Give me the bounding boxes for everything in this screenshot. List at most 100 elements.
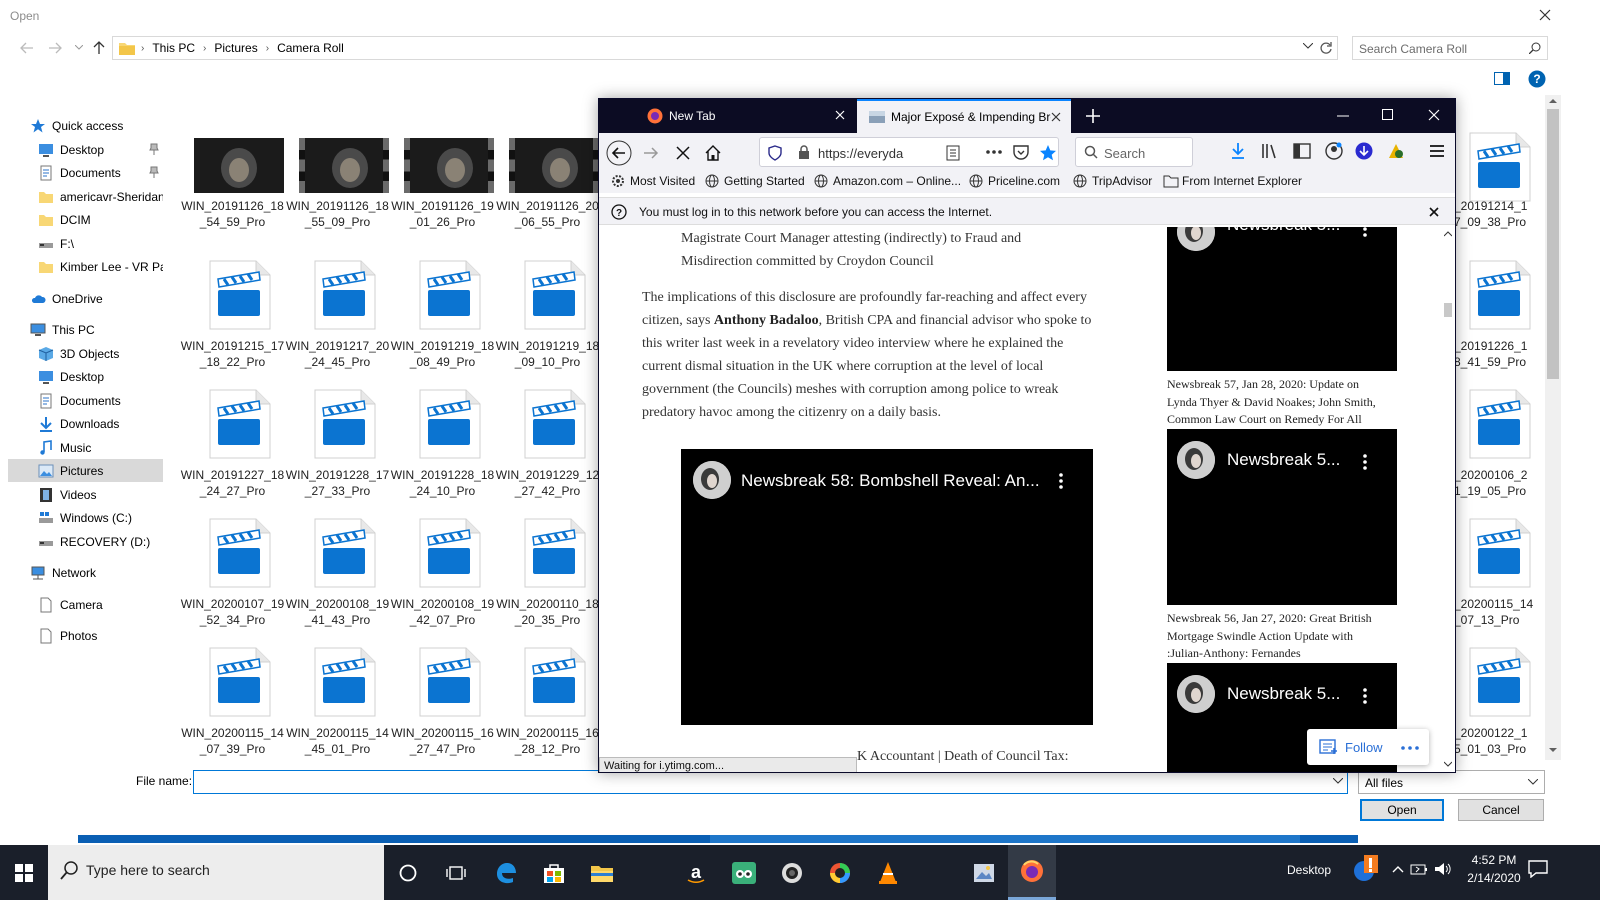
cortana-button[interactable] <box>384 845 432 900</box>
kebab-menu-icon[interactable] <box>1059 473 1063 489</box>
battery-plug-icon[interactable] <box>1410 862 1428 876</box>
file-item[interactable]: WIN_20191126_20_06_55_Pro <box>495 130 600 255</box>
notification-app-icon[interactable] <box>1352 855 1380 885</box>
tab-new-tab[interactable]: New Tab <box>635 99 855 133</box>
chevron-down-icon[interactable] <box>1303 43 1313 49</box>
nav-item-onedrive[interactable]: OneDrive <box>8 287 163 310</box>
file-item[interactable]: _20191226_18_41_59_Pro <box>1450 258 1545 383</box>
library-icon[interactable] <box>1261 143 1279 159</box>
scrollbar-thumb[interactable] <box>1444 303 1452 317</box>
file-item[interactable]: WIN_20191126_18_54_59_Pro <box>180 130 285 255</box>
file-item[interactable]: WIN_20200115_16_28_12_Pro <box>495 645 600 760</box>
help-icon[interactable]: ? <box>1528 70 1546 88</box>
hamburger-menu-icon[interactable] <box>1429 144 1445 158</box>
video-title[interactable]: Newsbreak 5... <box>1227 684 1340 704</box>
more-actions-icon[interactable] <box>986 150 1002 154</box>
back-button[interactable] <box>605 139 633 167</box>
close-icon[interactable] <box>1429 207 1439 217</box>
bookmark-item[interactable]: From Internet Explorer <box>1163 174 1302 188</box>
nav-item-videos[interactable]: Videos <box>8 483 163 506</box>
filetype-select[interactable]: All files <box>1358 770 1545 794</box>
nav-item-dcim[interactable]: DCIM <box>8 208 163 231</box>
breadcrumb-this-pc[interactable]: This PC <box>152 41 195 55</box>
breadcrumb-camera-roll[interactable]: Camera Roll <box>277 41 344 55</box>
breadcrumb-pictures[interactable]: Pictures <box>214 41 257 55</box>
extension-icon[interactable] <box>1387 142 1405 160</box>
account-icon[interactable] <box>1325 142 1343 160</box>
taskbar-search[interactable]: Type here to search <box>48 845 384 900</box>
back-button[interactable] <box>16 38 38 58</box>
new-tab-plus-icon[interactable] <box>1083 106 1103 126</box>
preview-pane-icon[interactable] <box>1494 72 1510 86</box>
search-box[interactable]: Search Camera Roll <box>1352 36 1548 60</box>
file-item[interactable]: WIN_20191219_18_09_10_Pro <box>495 258 600 383</box>
file-item[interactable]: WIN_20191227_18_24_27_Pro <box>180 387 285 512</box>
chevron-up-icon[interactable] <box>1392 865 1404 873</box>
bookmark-item[interactable]: Getting Started <box>705 174 805 188</box>
taskbar-amazon[interactable]: a <box>672 845 720 900</box>
taskbar-app-camera[interactable] <box>768 845 816 900</box>
cancel-button[interactable]: Cancel <box>1458 799 1544 821</box>
start-button[interactable] <box>0 845 48 900</box>
close-icon[interactable] <box>1428 109 1440 121</box>
taskbar-app-color[interactable] <box>816 845 864 900</box>
bookmark-item[interactable]: Amazon.com – Online... <box>814 174 961 188</box>
refresh-icon[interactable] <box>1319 41 1333 55</box>
maximize-icon[interactable] <box>1382 109 1394 121</box>
file-item[interactable]: WIN_20200108_19_41_43_Pro <box>285 516 390 641</box>
file-item[interactable]: WIN_20200115_14_45_01_Pro <box>285 645 390 760</box>
address-bar[interactable]: › This PC › Pictures › Camera Roll <box>112 36 1338 60</box>
bookmark-item[interactable]: Most Visited <box>611 174 695 188</box>
file-item[interactable]: WIN_20200110_18_20_35_Pro <box>495 516 600 641</box>
file-item[interactable]: WIN_20191126_19_01_26_Pro <box>390 130 495 255</box>
nav-item-desktop[interactable]: Desktop <box>8 138 163 161</box>
nav-item-f[interactable]: F:\ <box>8 232 163 255</box>
recent-locations-button[interactable] <box>68 38 90 58</box>
nav-item-windows-c[interactable]: Windows (C:) <box>8 506 163 529</box>
video-title[interactable]: Newsbreak 58: Bombshell Reveal: An... <box>741 471 1040 491</box>
pocket-icon[interactable] <box>1013 145 1029 160</box>
url-bar[interactable]: https://everyda <box>759 137 1059 167</box>
clock[interactable]: 4:52 PM 2/14/2020 <box>1454 851 1534 887</box>
file-item[interactable]: WIN_20191217_20_24_45_Pro <box>285 258 390 383</box>
nav-item-recovery-d[interactable]: RECOVERY (D:) <box>8 530 163 553</box>
nav-item-downloads[interactable]: Downloads <box>8 412 163 435</box>
minimize-icon[interactable] <box>1337 115 1349 117</box>
page-scrollbar[interactable] <box>1441 227 1455 772</box>
taskbar-app-image[interactable] <box>960 845 1008 900</box>
taskbar-file-explorer[interactable] <box>578 845 626 900</box>
file-item[interactable]: _20191214_17_09_38_Pro <box>1450 130 1545 255</box>
file-item[interactable]: WIN_20200108_19_42_07_Pro <box>390 516 495 641</box>
volume-icon[interactable] <box>1434 862 1452 876</box>
file-item[interactable]: WIN_20200115_14_07_39_Pro <box>180 645 285 760</box>
bookmark-item[interactable]: TripAdvisor <box>1073 174 1152 188</box>
file-item[interactable]: WIN_20191228_18_24_10_Pro <box>390 387 495 512</box>
downloads-icon[interactable] <box>1231 142 1245 160</box>
nav-item-desktop[interactable]: Desktop <box>8 365 163 388</box>
forward-button[interactable] <box>44 38 66 58</box>
taskbar-tripadvisor[interactable] <box>720 845 768 900</box>
video-caption[interactable]: Newsbreak 56, Jan 27, 2020: Great Britis… <box>1167 610 1372 663</box>
file-item[interactable]: WIN_20191126_18_55_09_Pro <box>285 130 390 255</box>
file-item[interactable]: WIN_20191228_17_27_33_Pro <box>285 387 390 512</box>
nav-item-network[interactable]: Network <box>8 561 163 584</box>
nav-item-americavr-sheridan[interactable]: americavr-Sheridan <box>8 185 163 208</box>
nav-item-this-pc[interactable]: This PC <box>8 318 163 341</box>
file-item[interactable]: WIN_20191215_17_18_22_Pro <box>180 258 285 383</box>
reader-view-icon[interactable] <box>946 145 960 161</box>
close-icon[interactable] <box>835 110 845 120</box>
stop-button[interactable] <box>669 139 697 167</box>
video-title[interactable]: Newsbreak 5... <box>1227 450 1340 470</box>
sidebar-video-embed[interactable]: Newsbreak 5... <box>1167 429 1397 605</box>
taskbar-edge[interactable] <box>482 845 530 900</box>
scrollbar-thumb[interactable] <box>1547 109 1559 379</box>
taskbar-firefox[interactable] <box>1008 845 1056 900</box>
video-title[interactable]: Newsbreak 5... <box>1227 227 1340 235</box>
file-item[interactable]: WIN_20200115_16_27_47_Pro <box>390 645 495 760</box>
file-item[interactable]: WIN_20191219_18_08_49_Pro <box>390 258 495 383</box>
extension-download-icon[interactable] <box>1355 142 1373 160</box>
nav-item-documents[interactable]: Documents <box>8 161 163 184</box>
file-item[interactable]: _20200115_14_07_13_Pro <box>1450 516 1545 641</box>
close-icon[interactable] <box>1051 112 1061 122</box>
more-options-icon[interactable] <box>1401 746 1419 750</box>
